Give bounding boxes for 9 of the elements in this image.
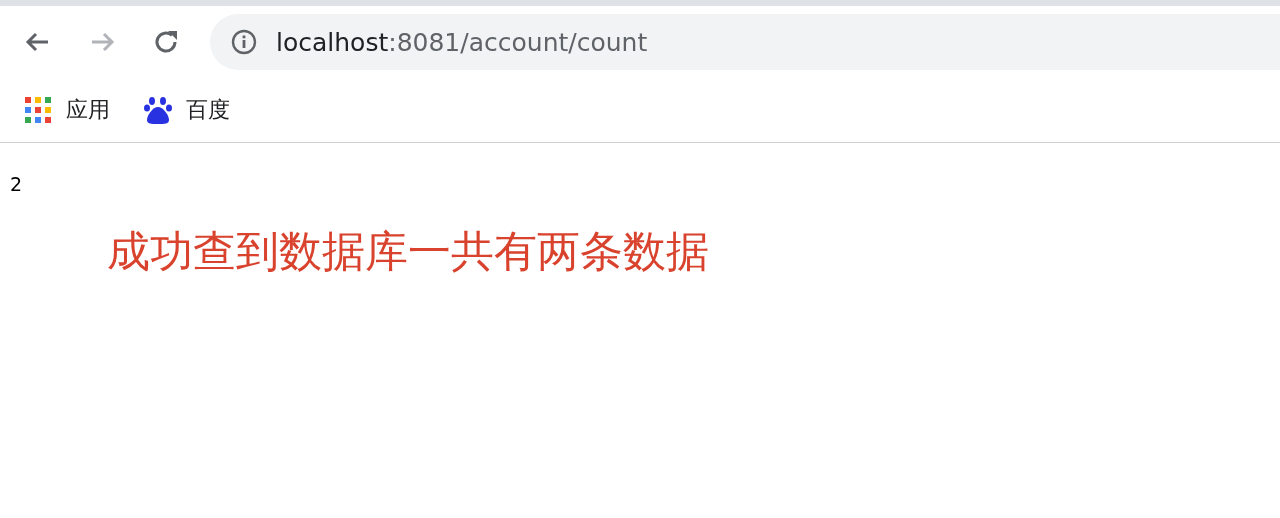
bookmark[interactable]: 百度 — [144, 95, 230, 125]
url-text: localhost:8081/account/count — [276, 27, 648, 57]
address-bar[interactable]: localhost:8081/account/count — [210, 14, 1280, 70]
annotation-text: 成功查到数据库一共有两条数据 — [107, 225, 709, 278]
paw-icon — [144, 95, 172, 125]
bookmark[interactable]: 应用 — [24, 95, 110, 125]
count-output: 2 — [10, 173, 23, 195]
apps-grid-icon — [24, 96, 52, 124]
info-icon — [230, 28, 258, 56]
